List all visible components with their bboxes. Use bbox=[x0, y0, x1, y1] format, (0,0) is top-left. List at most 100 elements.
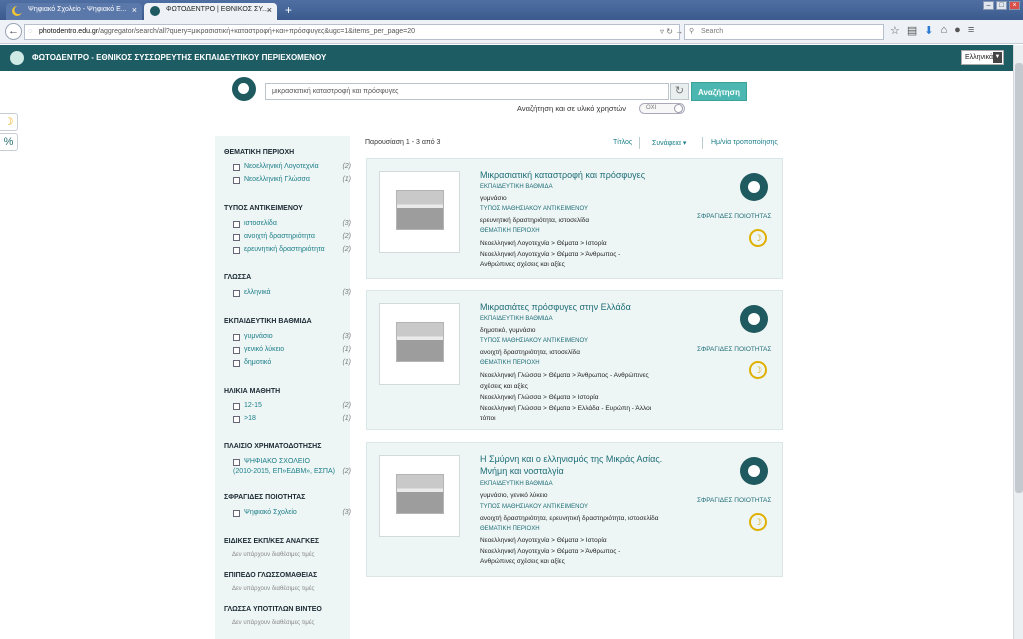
user-materials-toggle[interactable]: ΟΧΙ bbox=[639, 103, 685, 114]
browser-tab-photodentro[interactable]: ΦΩΤΟΔΕΝΤΡΟ | ΕΘΝΙΚΟΣ ΣΥ... × bbox=[144, 3, 277, 20]
facet-item[interactable]: Νεοελληνική Γλώσσα (1) bbox=[233, 176, 351, 186]
facet-label-line2[interactable]: (2010-2015, ΕΠ»ΕΔΒΜ», ΕΣΠΑ) bbox=[233, 468, 335, 475]
facet-label[interactable]: ιστοσελίδα bbox=[244, 220, 277, 227]
facet-label[interactable]: ερευνητική δραστηριότητα bbox=[244, 246, 325, 253]
facet-count: (2) bbox=[342, 163, 351, 170]
refresh-icon[interactable]: ↻ bbox=[670, 83, 689, 100]
facet-label[interactable]: Νεοελληνική Λογοτεχνία bbox=[244, 163, 319, 170]
facet-item[interactable]: ερευνητική δραστηριότητα (2) bbox=[233, 246, 351, 256]
reload-icon[interactable]: ↻ bbox=[666, 27, 673, 36]
sort-divider bbox=[639, 137, 640, 149]
checkbox[interactable] bbox=[233, 247, 240, 254]
checkbox[interactable] bbox=[233, 334, 240, 341]
result-value: Νεοελληνική Γλώσσα > Θέματα > Ελλάδα - Ε… bbox=[480, 405, 652, 412]
url-host: photodentro.edu.gr bbox=[39, 28, 99, 35]
download-icon[interactable]: ⬇ bbox=[924, 24, 933, 37]
close-tab-icon[interactable]: × bbox=[132, 5, 137, 15]
checkbox[interactable] bbox=[233, 403, 240, 410]
menu-icon[interactable]: ≡ bbox=[968, 24, 974, 37]
back-arrow-icon[interactable]: ← bbox=[5, 23, 22, 40]
facet-item[interactable]: γενικό λύκειο (1) bbox=[233, 346, 351, 356]
checkbox[interactable] bbox=[233, 510, 240, 517]
facet-item[interactable]: ιστοσελίδα (3) bbox=[233, 220, 351, 230]
result-value: Νεοελληνική Λογοτεχνία > Θέματα > Άνθρωπ… bbox=[480, 251, 621, 258]
photodentro-logo[interactable] bbox=[10, 51, 24, 65]
dropdown-arrow-icon[interactable]: ▿ bbox=[660, 27, 664, 36]
facet-empty-note: Δεν υπάρχουν διαθέσιμες τιμές bbox=[232, 552, 315, 558]
result-title[interactable]: Μικρασιατική καταστροφή και πρόσφυγες bbox=[480, 169, 680, 181]
checkbox[interactable] bbox=[233, 234, 240, 241]
site-title[interactable]: ΦΩΤΟΔΕΝΤΡΟ - ΕΘΝΙΚΟΣ ΣΥΣΣΩΡΕΥΤΗΣ ΕΚΠΑΙΔΕ… bbox=[32, 53, 326, 62]
browser-tab-digital-school[interactable]: Ψηφιακό Σχολείο - Ψηφιακό Ε... × bbox=[6, 3, 142, 20]
facet-label[interactable]: Νεοελληνική Γλώσσα bbox=[244, 176, 310, 183]
facet-item[interactable]: ανοιχτή δραστηριότητα (2) bbox=[233, 233, 351, 243]
facet-label[interactable]: >18 bbox=[244, 415, 256, 422]
facet-label[interactable]: δημοτικό bbox=[244, 359, 271, 366]
home-icon[interactable]: ⌂ bbox=[941, 24, 948, 37]
checkbox[interactable] bbox=[233, 221, 240, 228]
close-window-icon[interactable]: × bbox=[1009, 1, 1020, 10]
checkbox[interactable] bbox=[233, 290, 240, 297]
result-card: Η Σμύρνη και ο ελληνισμός της Μικράς Ασί… bbox=[366, 442, 783, 577]
bookmark-star-icon[interactable]: ☆ bbox=[890, 24, 900, 37]
clipboard-icon[interactable]: ▤ bbox=[907, 24, 917, 37]
result-label: ΘΕΜΑΤΙΚΗ ΠΕΡΙΟΧΗ bbox=[480, 360, 540, 366]
facet-item[interactable]: δημοτικό (1) bbox=[233, 359, 351, 369]
search-button[interactable]: Αναζήτηση bbox=[691, 82, 747, 101]
checkbox[interactable] bbox=[233, 347, 240, 354]
facet-label[interactable]: ανοιχτή δραστηριότητα bbox=[244, 233, 315, 240]
go-arrow-icon[interactable]: → bbox=[675, 27, 683, 36]
chat-icon[interactable]: ● bbox=[954, 24, 961, 37]
facet-item[interactable]: >18 (1) bbox=[233, 415, 351, 425]
facet-item[interactable]: ΨΗΦΙΑΚΟ ΣΧΟΛΕΙΟ (2010-2015, ΕΠ»ΕΔΒΜ», ΕΣΠ… bbox=[233, 458, 351, 478]
result-title[interactable]: Μικρασιάτες πρόσφυγες στην Ελλάδα bbox=[480, 301, 680, 313]
facet-item[interactable]: Νεοελληνική Λογοτεχνία (2) bbox=[233, 163, 351, 173]
checkbox[interactable] bbox=[233, 459, 240, 466]
facet-count: (2) bbox=[342, 233, 351, 240]
digital-school-side-icon[interactable]: ☽ bbox=[0, 113, 18, 131]
result-thumbnail[interactable] bbox=[379, 171, 460, 253]
search-placeholder: Search bbox=[701, 28, 724, 35]
facet-label[interactable]: ΨΗΦΙΑΚΟ ΣΧΟΛΕΙΟ bbox=[244, 458, 310, 465]
digital-school-seal-icon[interactable]: ☽ bbox=[749, 229, 767, 247]
minimize-icon[interactable]: – bbox=[983, 1, 994, 10]
facet-label[interactable]: γενικό λύκειο bbox=[244, 346, 284, 353]
language-select[interactable]: Ελληνικά ▼ bbox=[961, 50, 1004, 65]
maximize-icon[interactable]: □ bbox=[996, 1, 1007, 10]
address-bar[interactable]: ◌ photodentro.edu.gr/aggregator/search/a… bbox=[24, 24, 680, 40]
facet-label[interactable]: ελληνικά bbox=[244, 289, 271, 296]
close-tab-icon[interactable]: × bbox=[267, 5, 272, 15]
tab-title: Ψηφιακό Σχολείο - Ψηφιακό Ε... bbox=[28, 6, 127, 13]
sort-by-title-link[interactable]: Τίτλος bbox=[613, 139, 632, 146]
checkbox[interactable] bbox=[233, 360, 240, 367]
sort-by-date-link[interactable]: Ημ/νία τροποποίησης bbox=[711, 139, 778, 146]
result-thumbnail[interactable] bbox=[379, 303, 460, 385]
result-label: ΕΚΠΑΙΔΕΥΤΙΚΗ ΒΑΘΜΙΔΑ bbox=[480, 316, 553, 322]
browser-search-input[interactable]: ⚲ Search bbox=[684, 24, 884, 40]
new-tab-button[interactable]: + bbox=[285, 3, 292, 17]
result-value: ανοιχτή δραστηριότητα, ερευνητική δραστη… bbox=[480, 515, 659, 522]
checkbox[interactable] bbox=[233, 177, 240, 184]
chevron-down-icon: ▼ bbox=[993, 52, 1002, 63]
checkbox[interactable] bbox=[233, 416, 240, 423]
scrollbar-thumb[interactable] bbox=[1015, 63, 1023, 493]
result-thumbnail[interactable] bbox=[379, 455, 460, 537]
facet-count: (3) bbox=[342, 509, 351, 516]
facet-item[interactable]: γυμνάσιο (3) bbox=[233, 333, 351, 343]
percent-side-icon[interactable]: % bbox=[0, 133, 18, 151]
result-title[interactable]: Η Σμύρνη και ο ελληνισμός της Μικράς Ασί… bbox=[480, 453, 680, 477]
facet-label[interactable]: 12-15 bbox=[244, 402, 262, 409]
facet-item[interactable]: Ψηφιακό Σχολείο (3) bbox=[233, 509, 351, 519]
digital-school-seal-icon[interactable]: ☽ bbox=[749, 361, 767, 379]
facet-item[interactable]: 12-15 (2) bbox=[233, 402, 351, 412]
facet-item[interactable]: ελληνικά (3) bbox=[233, 289, 351, 299]
sort-by-relevance-link[interactable]: Συνάφεια ▾ bbox=[652, 139, 686, 147]
facet-label[interactable]: γυμνάσιο bbox=[244, 333, 273, 340]
page-scrollbar[interactable] bbox=[1013, 45, 1023, 639]
search-query-input[interactable]: μικρασιατική καταστροφή και πρόσφυγες bbox=[265, 83, 669, 100]
language-value: Ελληνικά bbox=[965, 54, 994, 61]
result-card: Μικρασιατική καταστροφή και πρόσφυγες ΕΚ… bbox=[366, 158, 783, 279]
checkbox[interactable] bbox=[233, 164, 240, 171]
facet-label[interactable]: Ψηφιακό Σχολείο bbox=[244, 509, 297, 516]
digital-school-seal-icon[interactable]: ☽ bbox=[749, 513, 767, 531]
